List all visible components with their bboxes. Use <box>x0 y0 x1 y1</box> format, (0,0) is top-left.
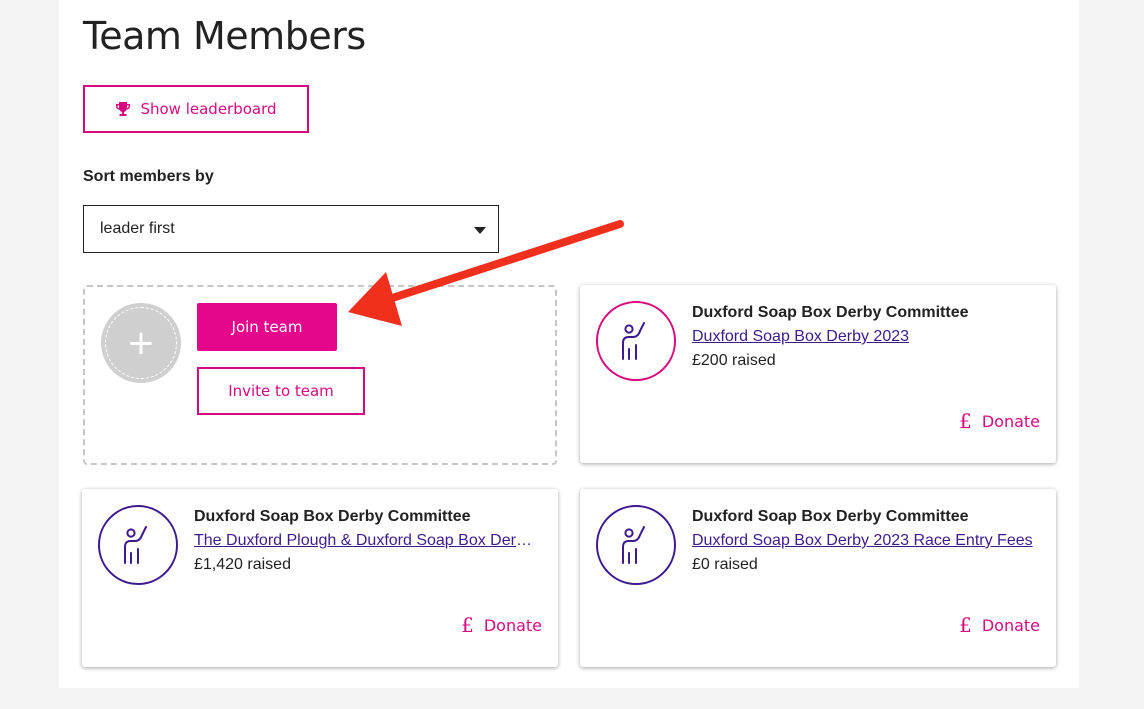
donate-label: Donate <box>981 411 1040 431</box>
member-card: Duxford Soap Box Derby Committee The Dux… <box>82 489 558 667</box>
member-org-name: Duxford Soap Box Derby Committee <box>194 508 471 525</box>
trophy-icon <box>116 102 131 116</box>
member-raised-amount: £200 raised <box>692 352 776 369</box>
member-card: Duxford Soap Box Derby Committee Duxford… <box>580 285 1056 463</box>
member-page-link[interactable]: Duxford Soap Box Derby 2023 <box>692 328 1038 346</box>
pound-icon: £ <box>461 613 474 637</box>
add-member-avatar: + <box>101 303 181 383</box>
sort-members-label: Sort members by <box>83 168 214 185</box>
plus-icon: + <box>126 323 156 363</box>
donate-button[interactable]: £ Donate <box>461 613 542 637</box>
show-leaderboard-button[interactable]: Show leaderboard <box>83 85 309 133</box>
raised-hand-person-icon <box>622 526 645 564</box>
sort-selected-value: leader first <box>100 220 175 237</box>
invite-to-team-button[interactable]: Invite to team <box>197 367 365 415</box>
raised-hand-person-icon <box>124 526 147 564</box>
member-card: Duxford Soap Box Derby Committee Duxford… <box>580 489 1056 667</box>
donate-label: Donate <box>483 615 542 635</box>
member-avatar <box>98 505 178 585</box>
donate-button[interactable]: £ Donate <box>959 409 1040 433</box>
member-page-link[interactable]: Duxford Soap Box Derby 2023 Race Entry F… <box>692 532 1038 550</box>
member-org-name: Duxford Soap Box Derby Committee <box>692 304 969 321</box>
pound-icon: £ <box>959 409 972 433</box>
member-org-name: Duxford Soap Box Derby Committee <box>692 508 969 525</box>
member-raised-amount: £0 raised <box>692 556 758 573</box>
annotation-arrow-icon <box>348 220 624 326</box>
show-leaderboard-label: Show leaderboard <box>140 100 277 118</box>
donate-button[interactable]: £ Donate <box>959 613 1040 637</box>
member-raised-amount: £1,420 raised <box>194 556 291 573</box>
pound-icon: £ <box>959 613 972 637</box>
join-team-button[interactable]: Join team <box>197 303 337 351</box>
page-title: Team Members <box>83 14 366 58</box>
member-avatar <box>596 505 676 585</box>
donate-label: Donate <box>981 615 1040 635</box>
member-page-link[interactable]: The Duxford Plough & Duxford Soap Box De… <box>194 532 534 550</box>
